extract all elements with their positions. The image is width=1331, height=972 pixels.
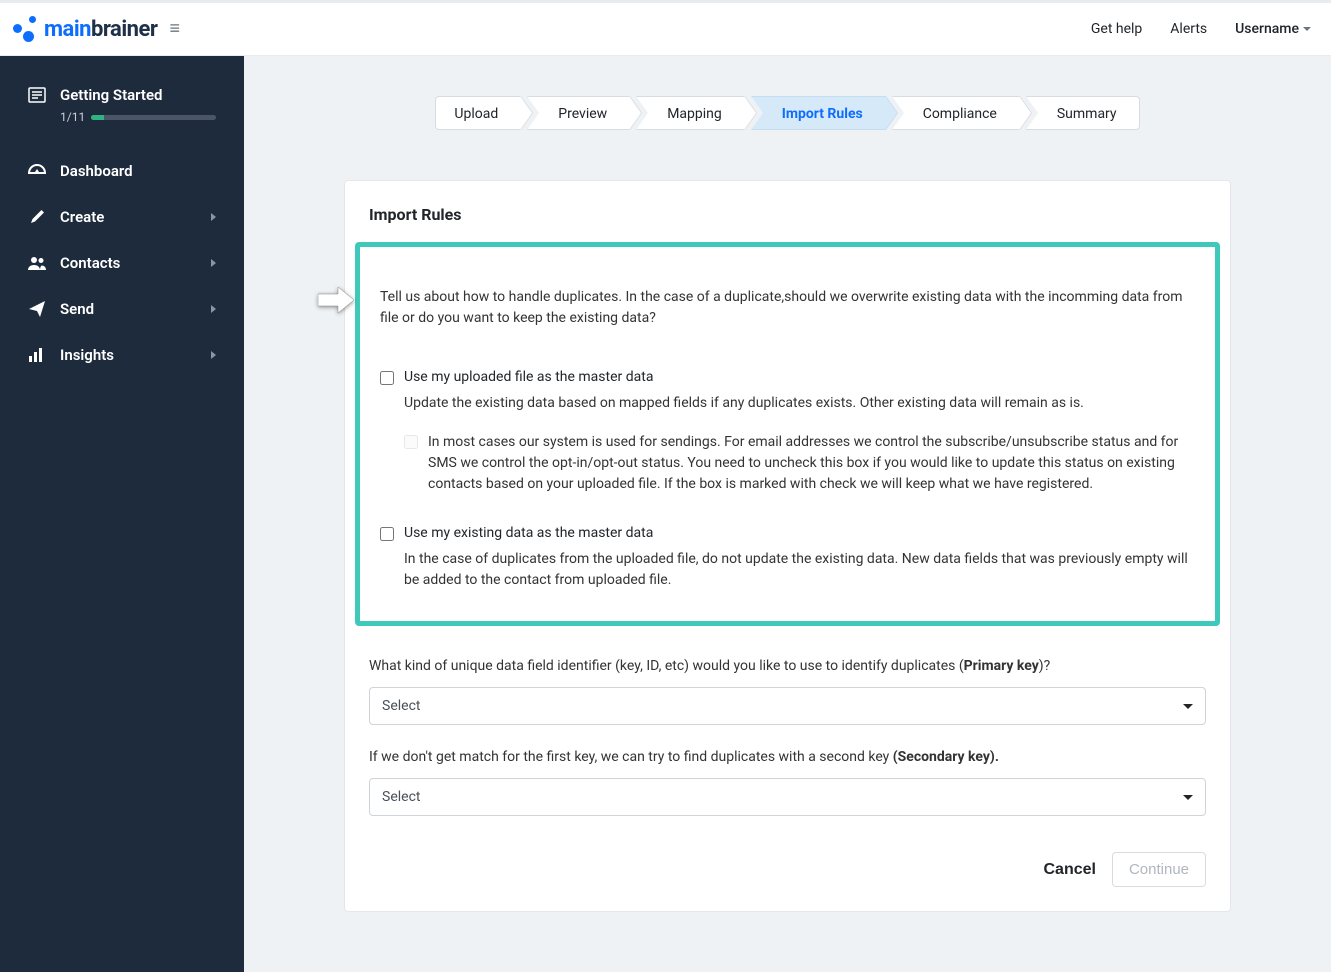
sidebar-item-label: Contacts xyxy=(60,254,120,272)
step-summary[interactable]: Summary xyxy=(1026,96,1140,130)
step-compliance[interactable]: Compliance xyxy=(892,96,1020,130)
progress-bar xyxy=(91,115,216,120)
step-upload[interactable]: Upload xyxy=(435,96,521,130)
continue-button[interactable]: Continue xyxy=(1112,852,1206,887)
primary-key-select[interactable]: Select xyxy=(369,687,1206,725)
sidebar-item-label: Dashboard xyxy=(60,162,133,180)
sidebar-getting-started[interactable]: Getting Started 1/11 xyxy=(0,86,244,148)
primary-key-label: What kind of unique data field identifie… xyxy=(369,656,1206,677)
sidebar: Getting Started 1/11 Dashboard Create xyxy=(0,56,244,972)
step-import-rules[interactable]: Import Rules xyxy=(751,96,886,130)
sidebar-item-label: Create xyxy=(60,208,104,226)
list-icon xyxy=(28,87,46,103)
secondary-key-select[interactable]: Select xyxy=(369,778,1206,816)
get-help-link[interactable]: Get help xyxy=(1091,21,1142,37)
option-uploaded-master-label: Use my uploaded file as the master data xyxy=(404,369,653,385)
sidebar-item-contacts[interactable]: Contacts xyxy=(0,240,244,286)
chevron-right-icon xyxy=(211,305,216,313)
main-content: Upload Preview Mapping Import Rules Comp… xyxy=(244,56,1331,972)
highlight-frame: Tell us about how to handle duplicates. … xyxy=(355,242,1220,626)
duplicates-intro: Tell us about how to handle duplicates. … xyxy=(380,287,1195,329)
menu-toggle-icon[interactable]: ≡ xyxy=(169,20,180,38)
sidebar-item-send[interactable]: Send xyxy=(0,286,244,332)
step-mapping[interactable]: Mapping xyxy=(636,96,745,130)
callout-arrow-icon xyxy=(318,287,354,313)
card-title: Import Rules xyxy=(365,205,1210,224)
option-keep-status-desc: In most cases our system is used for sen… xyxy=(428,432,1195,495)
logo-icon xyxy=(10,16,36,42)
dropdown-caret-icon xyxy=(1183,795,1193,800)
getting-started-label: Getting Started xyxy=(60,86,162,104)
user-menu[interactable]: Username xyxy=(1235,21,1311,37)
option-uploaded-master-desc: Update the existing data based on mapped… xyxy=(404,393,1195,414)
sidebar-item-insights[interactable]: Insights xyxy=(0,332,244,378)
wizard-steps: Upload Preview Mapping Import Rules Comp… xyxy=(344,96,1231,130)
logo[interactable]: mainbrainer xyxy=(10,16,157,42)
logo-text: mainbrainer xyxy=(44,17,157,42)
secondary-key-label: If we don't get match for the first key,… xyxy=(369,747,1206,768)
pencil-icon xyxy=(28,209,46,225)
chevron-down-icon xyxy=(1303,27,1311,31)
chevron-right-icon xyxy=(211,213,216,221)
sidebar-item-label: Insights xyxy=(60,346,114,364)
primary-key-value: Select xyxy=(382,698,420,714)
top-header: mainbrainer ≡ Get help Alerts Username xyxy=(0,0,1331,56)
option-existing-master-label: Use my existing data as the master data xyxy=(404,525,653,541)
username-label: Username xyxy=(1235,21,1299,37)
sidebar-item-label: Send xyxy=(60,300,94,318)
sidebar-item-dashboard[interactable]: Dashboard xyxy=(0,148,244,194)
cancel-button[interactable]: Cancel xyxy=(1043,861,1095,879)
send-icon xyxy=(28,301,46,317)
step-preview[interactable]: Preview xyxy=(527,96,630,130)
contacts-icon xyxy=(28,256,46,270)
getting-started-progress-label: 1/11 xyxy=(60,110,85,124)
dashboard-icon xyxy=(28,164,46,178)
option-uploaded-master-checkbox[interactable] xyxy=(380,371,394,385)
secondary-key-value: Select xyxy=(382,789,420,805)
option-existing-master-desc: In the case of duplicates from the uploa… xyxy=(404,549,1195,591)
option-existing-master-checkbox[interactable] xyxy=(380,527,394,541)
alerts-link[interactable]: Alerts xyxy=(1170,21,1207,37)
chevron-right-icon xyxy=(211,259,216,267)
option-keep-status-checkbox[interactable] xyxy=(404,435,418,449)
chevron-right-icon xyxy=(211,351,216,359)
dropdown-caret-icon xyxy=(1183,704,1193,709)
chart-icon xyxy=(28,348,46,362)
sidebar-item-create[interactable]: Create xyxy=(0,194,244,240)
import-rules-card: Import Rules Tell us about how to handle… xyxy=(344,180,1231,912)
